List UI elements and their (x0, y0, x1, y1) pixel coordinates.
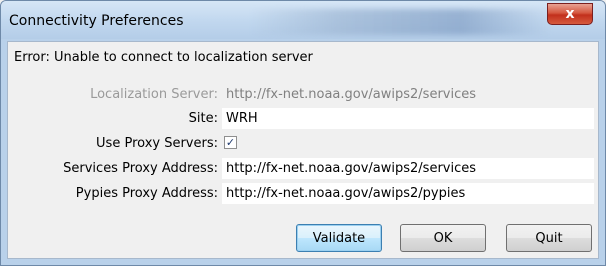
services-proxy-field[interactable] (222, 158, 594, 179)
title-bar[interactable]: Connectivity Preferences x (1, 1, 605, 39)
title-bar-background (251, 9, 551, 35)
error-message: Error: Unable to connect to localization… (14, 50, 313, 65)
localization-server-label: Localization Server: (90, 87, 218, 102)
services-proxy-row: Services Proxy Address: (8, 158, 598, 180)
quit-button[interactable]: Quit (506, 224, 592, 252)
use-proxy-row: Use Proxy Servers: ✓ (8, 133, 598, 155)
checkmark-icon: ✓ (225, 136, 236, 149)
site-row: Site: (8, 108, 598, 130)
ok-button[interactable]: OK (400, 224, 486, 252)
pypies-proxy-row: Pypies Proxy Address: (8, 183, 598, 205)
button-row: Validate OK Quit (8, 224, 598, 252)
pypies-proxy-label: Pypies Proxy Address: (75, 186, 218, 201)
close-icon: x (565, 6, 575, 22)
site-label: Site: (188, 111, 218, 126)
close-button[interactable]: x (547, 3, 593, 25)
validate-button[interactable]: Validate (296, 224, 382, 252)
use-proxy-label: Use Proxy Servers: (96, 136, 218, 151)
dialog-body: Error: Unable to connect to localization… (7, 41, 599, 259)
localization-server-row: Localization Server: (8, 84, 598, 106)
window-title: Connectivity Preferences (9, 13, 184, 29)
use-proxy-checkbox[interactable]: ✓ (224, 136, 237, 149)
localization-server-field (222, 84, 594, 105)
site-field[interactable] (222, 108, 594, 129)
pypies-proxy-field[interactable] (222, 183, 594, 204)
connectivity-preferences-dialog: Connectivity Preferences x Error: Unable… (0, 0, 606, 266)
services-proxy-label: Services Proxy Address: (63, 161, 218, 176)
